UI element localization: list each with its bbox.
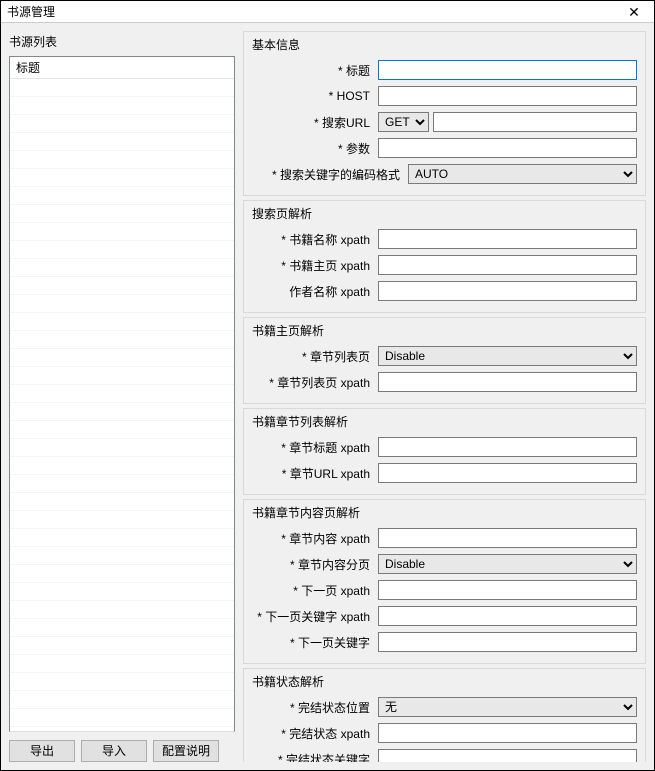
next-page-xpath-label: * 下一页 xpath [252, 582, 372, 599]
group-search-parse-title: 搜索页解析 [252, 205, 637, 222]
group-basic-title: 基本信息 [252, 36, 637, 53]
title-label: * 标题 [252, 62, 372, 79]
body: 书源列表 标题 导出 导入 配置说明 基本信息 * 标题 * HOST [1, 23, 654, 770]
http-method-select[interactable]: GET [378, 112, 429, 132]
chapter-list-page-label: * 章节列表页 [252, 348, 372, 365]
chapter-list-xpath-input[interactable] [378, 372, 637, 392]
window: 书源管理 ✕ 书源列表 标题 导出 导入 配置说明 基本信息 * 标题 [0, 0, 655, 771]
chapter-title-xpath-input[interactable] [378, 437, 637, 457]
encoding-select[interactable]: AUTO [408, 164, 637, 184]
group-home-parse: 书籍主页解析 * 章节列表页 Disable * 章节列表页 xpath [243, 317, 646, 404]
author-xpath-input[interactable] [378, 281, 637, 301]
chapter-list-xpath-label: * 章节列表页 xpath [252, 374, 372, 391]
encoding-label: * 搜索关键字的编码格式 [252, 166, 402, 183]
close-icon[interactable]: ✕ [614, 1, 654, 23]
group-chapter-content-parse: 书籍章节内容页解析 * 章节内容 xpath * 章节内容分页 Disable … [243, 499, 646, 664]
window-title: 书源管理 [7, 3, 55, 20]
right-panel: 基本信息 * 标题 * HOST * 搜索URL GET [243, 31, 646, 762]
finish-keyword-label: * 完结状态关键字 [252, 751, 372, 763]
import-button[interactable]: 导入 [81, 740, 147, 762]
finish-xpath-label: * 完结状态 xpath [252, 725, 372, 742]
group-status-parse: 书籍状态解析 * 完结状态位置 无 * 完结状态 xpath * 完结状态关键字 [243, 668, 646, 762]
next-keyword-xpath-input[interactable] [378, 606, 637, 626]
content-xpath-label: * 章节内容 xpath [252, 530, 372, 547]
left-buttons: 导出 导入 配置说明 [9, 736, 235, 762]
params-label: * 参数 [252, 140, 372, 157]
finish-pos-select[interactable]: 无 [378, 697, 637, 717]
source-list[interactable]: 标题 [9, 56, 235, 732]
book-name-xpath-input[interactable] [378, 229, 637, 249]
titlebar: 书源管理 ✕ [1, 1, 654, 23]
book-home-xpath-label: * 书籍主页 xpath [252, 257, 372, 274]
group-basic: 基本信息 * 标题 * HOST * 搜索URL GET [243, 31, 646, 196]
host-label: * HOST [252, 89, 372, 103]
host-input[interactable] [378, 86, 637, 106]
search-url-input[interactable] [433, 112, 637, 132]
export-button[interactable]: 导出 [9, 740, 75, 762]
content-xpath-input[interactable] [378, 528, 637, 548]
left-panel: 书源列表 标题 导出 导入 配置说明 [9, 31, 235, 762]
chapter-list-page-select[interactable]: Disable [378, 346, 637, 366]
group-chapter-list-title: 书籍章节列表解析 [252, 413, 637, 430]
config-help-button[interactable]: 配置说明 [153, 740, 219, 762]
next-page-xpath-input[interactable] [378, 580, 637, 600]
chapter-url-xpath-label: * 章节URL xpath [252, 465, 372, 482]
group-search-parse: 搜索页解析 * 书籍名称 xpath * 书籍主页 xpath 作者名称 xpa… [243, 200, 646, 313]
group-status-title: 书籍状态解析 [252, 673, 637, 690]
book-home-xpath-input[interactable] [378, 255, 637, 275]
content-paging-label: * 章节内容分页 [252, 556, 372, 573]
search-url-label: * 搜索URL [252, 114, 372, 131]
finish-keyword-input[interactable] [378, 749, 637, 762]
group-chapter-list-parse: 书籍章节列表解析 * 章节标题 xpath * 章节URL xpath [243, 408, 646, 495]
source-list-label: 书源列表 [9, 31, 235, 52]
chapter-title-xpath-label: * 章节标题 xpath [252, 439, 372, 456]
params-input[interactable] [378, 138, 637, 158]
finish-xpath-input[interactable] [378, 723, 637, 743]
next-keyword-input[interactable] [378, 632, 637, 652]
title-input[interactable] [378, 60, 637, 80]
next-keyword-xpath-label: * 下一页关键字 xpath [252, 608, 372, 625]
author-xpath-label: 作者名称 xpath [252, 283, 372, 300]
next-keyword-label: * 下一页关键字 [252, 634, 372, 651]
group-chapter-content-title: 书籍章节内容页解析 [252, 504, 637, 521]
list-column-header[interactable]: 标题 [10, 57, 234, 79]
finish-pos-label: * 完结状态位置 [252, 699, 372, 716]
content-paging-select[interactable]: Disable [378, 554, 637, 574]
chapter-url-xpath-input[interactable] [378, 463, 637, 483]
list-body[interactable] [10, 79, 234, 731]
book-name-xpath-label: * 书籍名称 xpath [252, 231, 372, 248]
group-home-parse-title: 书籍主页解析 [252, 322, 637, 339]
